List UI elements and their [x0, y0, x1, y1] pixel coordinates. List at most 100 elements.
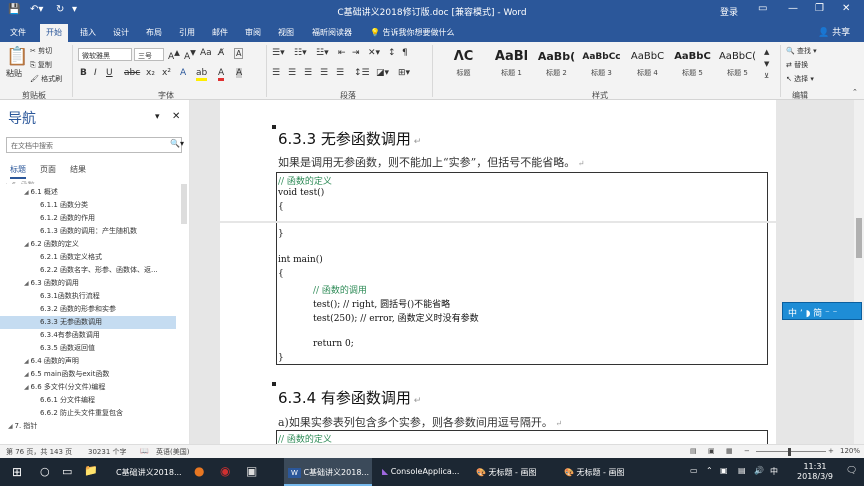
nav-item[interactable]: 6.3.1函数执行流程: [0, 290, 176, 303]
nav-item[interactable]: 6.6.2 防止头文件重复包含: [0, 407, 176, 420]
collapse-ribbon-icon[interactable]: ⌃: [852, 88, 858, 96]
search-icon[interactable]: ○: [40, 465, 50, 478]
close-button[interactable]: ✕: [842, 3, 850, 14]
increase-indent-icon[interactable]: ⇥: [352, 48, 360, 58]
zoom-out-icon[interactable]: −: [744, 447, 750, 455]
nav-item[interactable]: ◢ 6.4 函数的声明: [0, 355, 176, 368]
grow-font-icon[interactable]: A▲: [168, 48, 180, 62]
font-color-icon[interactable]: A: [218, 68, 225, 81]
volume-icon[interactable]: 🔊: [754, 466, 764, 475]
notifications-icon[interactable]: 🗨: [846, 466, 857, 476]
zoom-slider-thumb[interactable]: [788, 448, 791, 456]
nav-item[interactable]: 6.3.4有参函数调用: [0, 329, 176, 342]
highlight-icon[interactable]: ab: [196, 68, 208, 81]
find-button[interactable]: 🔍 查找 ▾: [786, 46, 817, 56]
nav-item[interactable]: 6.3.2 函数的形参和实参: [0, 303, 176, 316]
nav-tab-results[interactable]: 结果: [70, 164, 86, 175]
italic-icon[interactable]: I: [94, 68, 97, 78]
nav-item[interactable]: ◢ 6.1 概述: [0, 186, 176, 199]
replace-button[interactable]: ⇄ 替换: [786, 60, 808, 70]
tab-home[interactable]: 开始: [40, 24, 68, 42]
text-effects-icon[interactable]: A: [180, 68, 186, 78]
nav-item[interactable]: 6.2.1 函数定义格式: [0, 251, 176, 264]
nav-item[interactable]: 6.1.1 函数分类: [0, 199, 176, 212]
clear-format-icon[interactable]: A̸: [218, 48, 224, 58]
decrease-indent-icon[interactable]: ⇤: [338, 48, 346, 58]
minimize-button[interactable]: —: [788, 3, 798, 14]
paste-icon[interactable]: 📋: [6, 46, 28, 67]
share-button[interactable]: 👤 共享: [818, 25, 850, 38]
tray-icon[interactable]: ⌃: [706, 466, 713, 475]
ime-indicator-icon[interactable]: 中: [770, 466, 778, 477]
restore-button[interactable]: ❐: [815, 3, 824, 14]
document-scrollbar[interactable]: [854, 100, 864, 444]
tab-foxit[interactable]: 福昕阅读器: [312, 27, 352, 38]
taskbar-item-word[interactable]: W C基础讲义2018...: [284, 458, 372, 486]
align-right-icon[interactable]: ☰: [304, 68, 312, 78]
style-title[interactable]: ᐱC 标题: [440, 46, 487, 84]
ime-toolbar[interactable]: 中 ’ ◗ 简 ⁻ ⁻: [782, 302, 862, 320]
proofing-icon[interactable]: 📖: [140, 447, 149, 455]
zoom-level[interactable]: 120%: [840, 447, 860, 455]
justify-icon[interactable]: ☰: [320, 68, 328, 78]
tab-mailings[interactable]: 邮件: [212, 27, 228, 38]
tab-design[interactable]: 设计: [113, 27, 129, 38]
numbering-icon[interactable]: ☷▾: [294, 48, 307, 58]
task-view-icon[interactable]: ▭: [62, 465, 72, 478]
zoom-in-icon[interactable]: +: [828, 447, 834, 455]
zoom-slider[interactable]: [756, 451, 826, 452]
copy-button[interactable]: ⎘ 复制: [30, 60, 52, 70]
nav-item[interactable]: ◢ 6.3 函数的调用: [0, 277, 176, 290]
styles-more-icon[interactable]: ⊻: [764, 72, 769, 80]
taskbar-item-paint2[interactable]: 🎨 无标题 - 画图: [560, 458, 644, 486]
show-marks-icon[interactable]: ¶: [402, 48, 408, 58]
style-heading5b[interactable]: AaBbC(标题 5: [714, 46, 761, 84]
taskbar-item-paint1[interactable]: 🎨 无标题 - 画图: [472, 458, 552, 486]
styles-scroll-up-icon[interactable]: ▲: [764, 48, 769, 56]
multilevel-list-icon[interactable]: ☳▾: [316, 48, 329, 58]
status-language[interactable]: 英语(美国): [156, 447, 189, 457]
styles-scroll-down-icon[interactable]: ▼: [764, 60, 769, 68]
style-heading1[interactable]: AaBl 标题 1: [488, 46, 535, 84]
nav-item[interactable]: ◢ 6.6 多文件(分文件)编程: [0, 381, 176, 394]
nav-options-icon[interactable]: ▾: [155, 112, 160, 122]
file-explorer-icon[interactable]: 📁: [84, 464, 98, 477]
nav-item[interactable]: 6.1.2 函数的作用: [0, 212, 176, 225]
taskbar-clock[interactable]: 11:31 2018/3/9: [790, 462, 840, 482]
tab-file[interactable]: 文件: [10, 27, 26, 38]
nav-item[interactable]: 6.2.2 函数名字、形参、函数体、返...: [0, 264, 176, 277]
nav-scrollbar[interactable]: [181, 184, 187, 224]
firefox-icon[interactable]: ●: [194, 464, 204, 478]
nav-item[interactable]: ◢ 6.2 函数的定义: [0, 238, 176, 251]
windows-start-icon[interactable]: ⊞: [12, 465, 22, 479]
network-icon[interactable]: ▤: [738, 466, 746, 475]
tab-view[interactable]: 视图: [278, 27, 294, 38]
search-icon[interactable]: 🔍▾: [170, 139, 184, 148]
shading-icon[interactable]: ◪▾: [376, 68, 389, 78]
line-spacing-icon[interactable]: ↕☰: [354, 68, 370, 78]
tab-references[interactable]: 引用: [179, 27, 195, 38]
char-border-icon[interactable]: A: [234, 48, 244, 59]
sort-icon[interactable]: ↕: [388, 48, 396, 58]
chinese-layout-icon[interactable]: ✕▾: [368, 48, 380, 58]
nav-item[interactable]: 6.6.1 分文件编程: [0, 394, 176, 407]
nav-tab-pages[interactable]: 页面: [40, 164, 56, 175]
select-button[interactable]: ↖ 选择 ▾: [786, 74, 814, 84]
borders-icon[interactable]: ⊞▾: [398, 68, 410, 78]
distributed-icon[interactable]: ☰: [336, 68, 344, 78]
nav-close-icon[interactable]: ✕: [172, 111, 180, 122]
cut-button[interactable]: ✂ 剪切: [30, 46, 52, 56]
document-page[interactable]: 6.3.3 无参函数调用 ↵ 如果是调用无参函数，则不能加上“实参”，但括号不能…: [220, 100, 776, 444]
taskbar-item-explorer[interactable]: C基础讲义2018...: [100, 458, 184, 486]
strikethrough-icon[interactable]: abc: [124, 68, 140, 78]
format-painter-button[interactable]: 🖌 格式刷: [30, 74, 62, 84]
bullets-icon[interactable]: ☰▾: [272, 48, 285, 58]
taskbar-item-vs[interactable]: ◣ ConsoleApplica...: [378, 458, 466, 486]
subscript-icon[interactable]: x₂: [146, 68, 155, 78]
nav-item[interactable]: 6.3.3 无参函数调用: [0, 316, 176, 329]
status-page[interactable]: 第 76 页，共 143 页: [6, 447, 72, 457]
superscript-icon[interactable]: x²: [162, 68, 171, 78]
underline-icon[interactable]: U: [106, 68, 113, 78]
ribbon-display-options-icon[interactable]: ▭: [758, 3, 767, 14]
paste-button[interactable]: 粘贴: [6, 68, 22, 79]
